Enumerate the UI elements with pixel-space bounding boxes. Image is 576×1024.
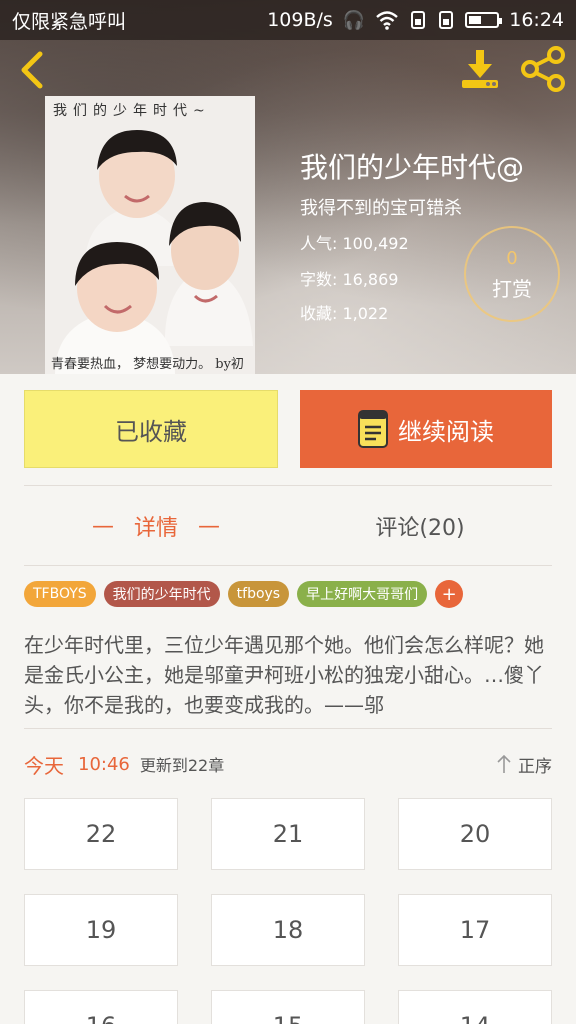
carrier-text: 仅限紧急呼叫	[12, 10, 127, 33]
headphones-icon: 🎧	[342, 9, 366, 31]
tab-dash-left: —	[91, 513, 114, 539]
tab-comment[interactable]: 评论(20)	[288, 500, 552, 552]
arrow-up-icon	[497, 754, 511, 773]
book-title: 我们的少年时代@	[300, 151, 525, 184]
cover-text-top: 我们的少年时代~	[53, 103, 211, 119]
divider	[24, 728, 552, 729]
update-time: 10:46	[78, 753, 130, 775]
tip-button[interactable]: 0 打赏	[464, 226, 560, 322]
cover-text-bottom: 青春要热血， 梦想要动力。 by初	[51, 357, 244, 372]
continue-reading-label: 继续阅读	[398, 417, 494, 446]
collect-label: 已收藏	[115, 417, 187, 446]
share-icon[interactable]	[520, 46, 568, 92]
stat-popularity: 人气: 100,492	[300, 234, 409, 253]
download-icon[interactable]	[458, 48, 502, 90]
chapter-grid: 22 21 20 19 18 17 16 15 14	[24, 798, 552, 1024]
chapter-item[interactable]: 17	[398, 894, 552, 966]
add-tag-button[interactable]: +	[435, 580, 464, 608]
cover-photo	[45, 96, 255, 374]
status-bar: 仅限紧急呼叫 109B/s 🎧 16:24	[0, 0, 576, 40]
battery-level	[469, 16, 482, 24]
chapter-item[interactable]: 15	[211, 990, 365, 1024]
divider	[24, 565, 552, 566]
sort-button[interactable]: 正序	[496, 752, 552, 777]
chevron-left-icon[interactable]	[14, 48, 54, 92]
chapter-item[interactable]: 20	[398, 798, 552, 870]
tag-item[interactable]: TFBOYS	[24, 581, 96, 607]
continue-reading-button[interactable]: 继续阅读	[300, 390, 552, 468]
tag-item[interactable]: tfboys	[227, 581, 290, 607]
tag-item[interactable]: 早上好啊大哥哥们	[297, 581, 428, 607]
chapter-item[interactable]: 19	[24, 894, 178, 966]
chapter-item[interactable]: 14	[398, 990, 552, 1024]
stat-favorites: 收藏: 1,022	[300, 304, 389, 323]
stat-word-count: 字数: 16,869	[300, 270, 399, 289]
update-today: 今天	[24, 753, 64, 778]
divider	[24, 485, 552, 486]
chapter-item[interactable]: 18	[211, 894, 365, 966]
tab-comment-label: 评论(20)	[375, 516, 465, 541]
wifi-icon	[376, 11, 399, 30]
tip-label: 打赏	[492, 277, 532, 301]
chapter-item[interactable]: 22	[24, 798, 178, 870]
tip-count: 0	[506, 248, 518, 269]
book-icon	[358, 410, 388, 448]
book-description[interactable]: 在少年时代里，三位少年遇见那个她。他们会怎么样呢？她是金氏小公主，她是邬童尹柯班…	[24, 630, 554, 720]
collect-button[interactable]: 已收藏	[24, 390, 278, 468]
update-text: 更新到22章	[139, 756, 225, 775]
chapter-item[interactable]: 21	[211, 798, 365, 870]
chapter-item[interactable]: 16	[24, 990, 178, 1024]
book-cover[interactable]: 我们的少年时代~ 青春要热血， 梦想要动力。 by初	[45, 96, 255, 374]
sim1-icon	[411, 11, 426, 29]
tab-dash-right: —	[198, 513, 220, 539]
sort-label: 正序	[518, 756, 552, 777]
tab-detail-label: 详情	[133, 516, 178, 541]
tag-item[interactable]: 我们的少年时代	[103, 581, 220, 607]
network-speed: 109B/s	[267, 9, 333, 31]
update-info: 今天 10:46 更新到22章 正序	[24, 746, 552, 782]
clock: 16:24	[509, 9, 564, 31]
book-author[interactable]: 我得不到的宝可错杀	[300, 194, 462, 220]
battery-icon	[465, 12, 503, 28]
tag-list: TFBOYS 我们的少年时代 tfboys 早上好啊大哥哥们 +	[24, 580, 464, 608]
tab-detail[interactable]: — 详情 —	[24, 500, 288, 552]
sim2-icon	[439, 11, 454, 29]
